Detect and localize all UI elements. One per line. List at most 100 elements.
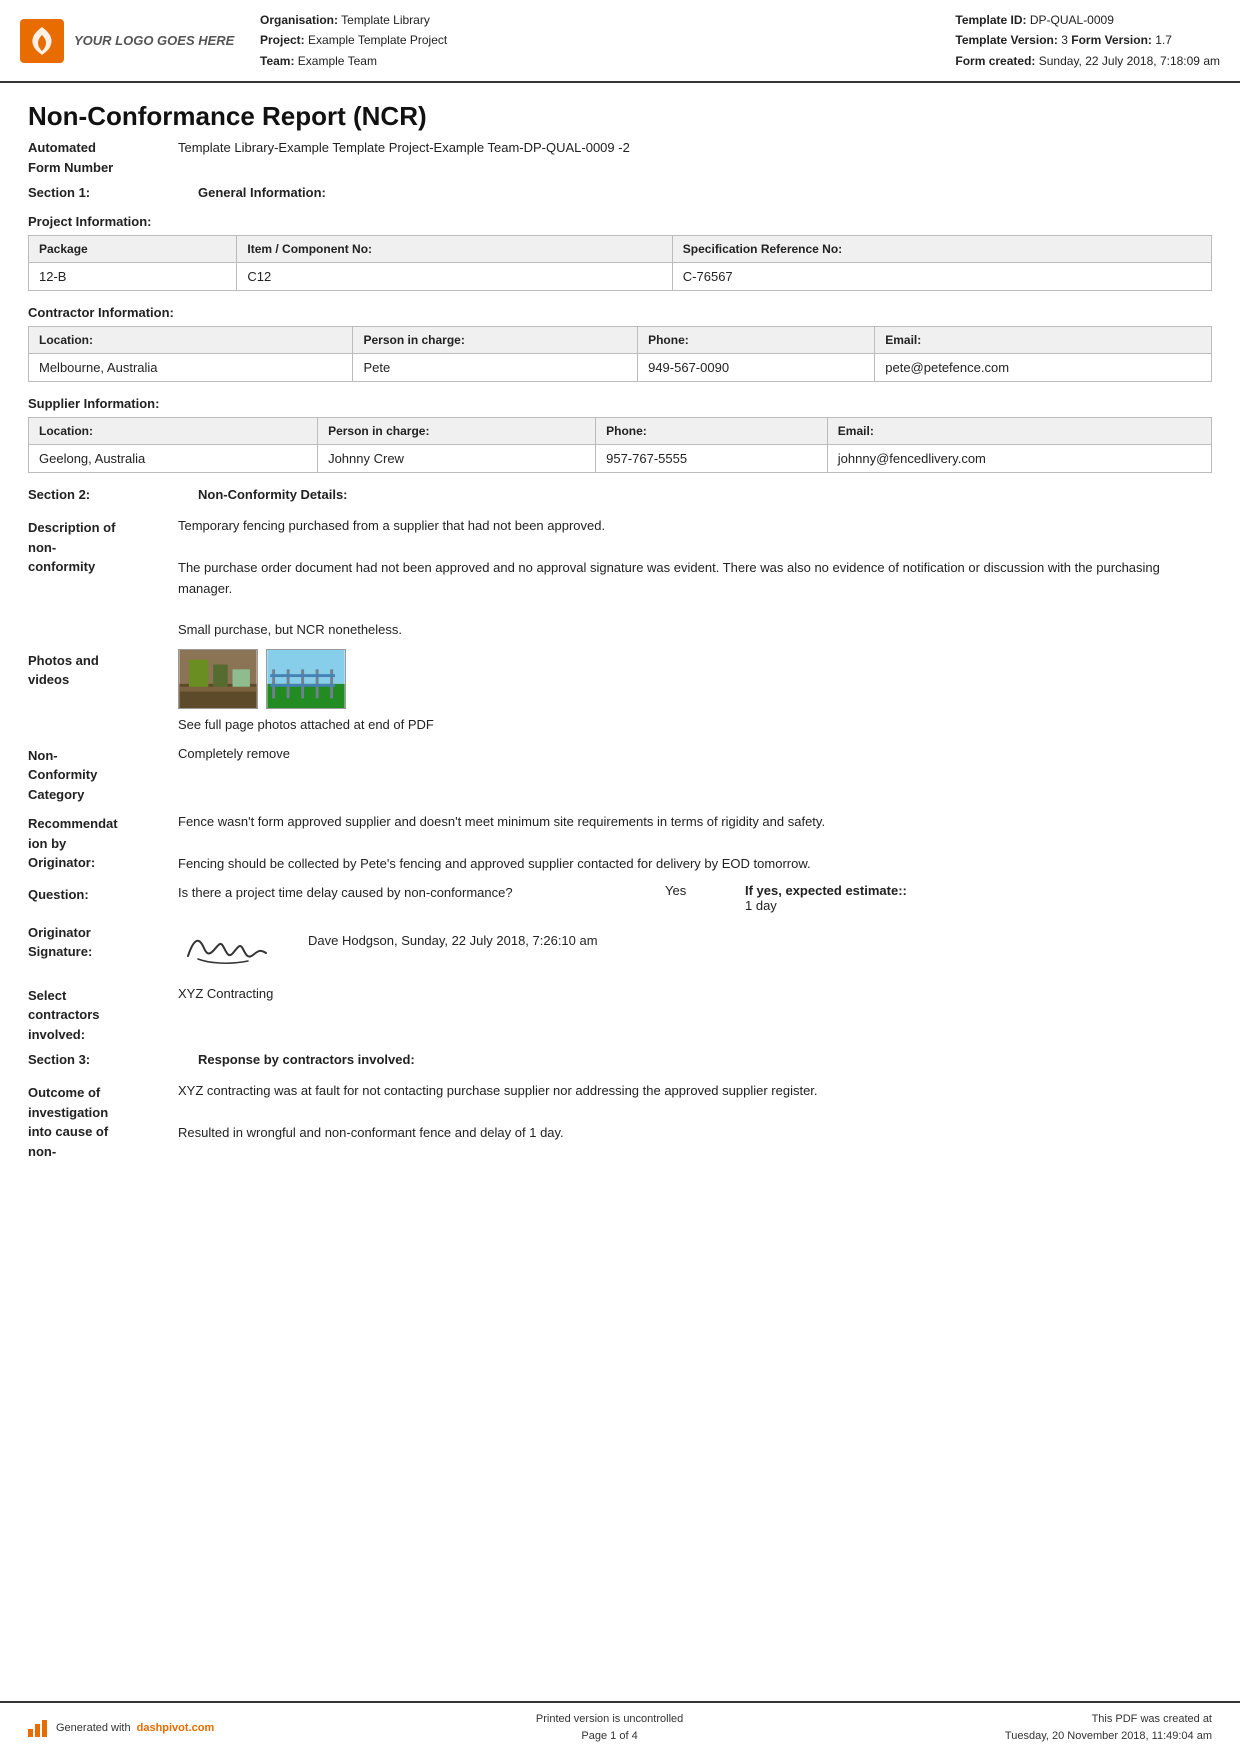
logo-icon <box>20 19 64 63</box>
contractors-row: Selectcontractorsinvolved: XYZ Contracti… <box>28 984 1212 1045</box>
form-number-label: AutomatedForm Number <box>28 138 178 177</box>
question-row: Question: Is there a project time delay … <box>28 883 1212 913</box>
signature-image <box>178 921 278 976</box>
outcome-line-0: XYZ contracting was at fault for not con… <box>178 1081 1212 1102</box>
supplier-email: johnny@fencedlivery.com <box>827 445 1211 473</box>
supplier-info-table: Location: Person in charge: Phone: Email… <box>28 417 1212 473</box>
header-meta: Organisation: Template Library Project: … <box>260 10 1220 71</box>
supplier-phone: 957-767-5555 <box>596 445 828 473</box>
doc-title: Non-Conformance Report (NCR) <box>28 101 1212 132</box>
section2-header: Section 2: Non-Conformity Details: <box>28 487 1212 502</box>
form-created-value: Sunday, 22 July 2018, 7:18:09 am <box>1039 54 1220 68</box>
dashpivot-icon <box>28 1719 50 1737</box>
contractors-label: Selectcontractorsinvolved: <box>28 984 178 1045</box>
org-label: Organisation: <box>260 13 338 27</box>
signature-row: OriginatorSignature: Dave Hodgson, Sunda… <box>28 921 1212 976</box>
photos-row: Photos andvideos <box>28 649 1212 736</box>
signature-area: Dave Hodgson, Sunday, 22 July 2018, 7:26… <box>178 921 1212 976</box>
outcome-line-1: Resulted in wrongful and non-conformant … <box>178 1123 1212 1144</box>
contractor-phone: 949-567-0090 <box>638 354 875 382</box>
contractor-email: pete@petefence.com <box>875 354 1212 382</box>
template-id-label: Template ID: <box>955 13 1026 27</box>
template-version-row: Template Version: 3 Form Version: 1.7 <box>955 30 1220 50</box>
question-text-value: Is there a project time delay caused by … <box>178 885 513 900</box>
description-line-2: Small purchase, but NCR nonetheless. <box>178 620 1212 641</box>
description-value: Temporary fencing purchased from a suppl… <box>178 516 1212 641</box>
project-value: Example Template Project <box>308 33 447 47</box>
footer-center: Printed version is uncontrolled Page 1 o… <box>536 1711 683 1746</box>
footer-right-line2: Tuesday, 20 November 2018, 11:49:04 am <box>1005 1728 1212 1746</box>
project-table-header-1: Item / Component No: <box>237 236 672 263</box>
header-meta-left: Organisation: Template Library Project: … <box>260 10 915 71</box>
question-text: Is there a project time delay caused by … <box>178 883 645 903</box>
footer-center-line1: Printed version is uncontrolled <box>536 1711 683 1729</box>
description-label: Description ofnon-conformity <box>28 516 178 577</box>
outcome-label: Outcome ofinvestigationinto cause ofnon- <box>28 1081 178 1161</box>
contractor-info-table: Location: Person in charge: Phone: Email… <box>28 326 1212 382</box>
section1-title: General Information: <box>198 185 326 200</box>
contractor-header-email: Email: <box>875 327 1212 354</box>
team-row: Team: Example Team <box>260 51 915 71</box>
recommendation-value: Fence wasn't form approved supplier and … <box>178 812 1212 874</box>
contractor-header-location: Location: <box>29 327 353 354</box>
description-row: Description ofnon-conformity Temporary f… <box>28 516 1212 641</box>
footer-right: This PDF was created at Tuesday, 20 Nove… <box>1005 1711 1212 1746</box>
section1-header: Section 1: General Information: <box>28 185 1212 200</box>
outcome-row: Outcome ofinvestigationinto cause ofnon-… <box>28 1081 1212 1161</box>
supplier-person: Johnny Crew <box>318 445 596 473</box>
template-version-label: Template Version: <box>955 33 1057 47</box>
recommendation-label: Recommendation byOriginator: <box>28 812 178 873</box>
question-label: Question: <box>28 883 178 905</box>
org-value: Template Library <box>341 13 430 27</box>
header-meta-right: Template ID: DP-QUAL-0009 Template Versi… <box>955 10 1220 71</box>
footer-left: Generated with dashpivot.com <box>28 1719 214 1737</box>
template-version-value: 3 <box>1061 33 1068 47</box>
logo-text: YOUR LOGO GOES HERE <box>74 33 234 48</box>
table-row: Melbourne, Australia Pete 949-567-0090 p… <box>29 354 1212 382</box>
footer-page-number: Page 1 of 4 <box>536 1728 683 1746</box>
signature-label: OriginatorSignature: <box>28 921 178 962</box>
supplier-info-title: Supplier Information: <box>28 396 1212 411</box>
project-info-table: Package Item / Component No: Specificati… <box>28 235 1212 291</box>
signature-meta: Dave Hodgson, Sunday, 22 July 2018, 7:26… <box>308 921 598 952</box>
estimate-value: 1 day <box>745 898 777 913</box>
project-table-header-2: Specification Reference No: <box>672 236 1211 263</box>
project-package: 12-B <box>29 263 237 291</box>
form-created-row: Form created: Sunday, 22 July 2018, 7:18… <box>955 51 1220 71</box>
section2-label: Section 2: <box>28 487 178 502</box>
supplier-header-email: Email: <box>827 418 1211 445</box>
outcome-value: XYZ contracting was at fault for not con… <box>178 1081 1212 1143</box>
table-row: Geelong, Australia Johnny Crew 957-767-5… <box>29 445 1212 473</box>
footer-right-line1: This PDF was created at <box>1005 1711 1212 1729</box>
project-spec-ref: C-76567 <box>672 263 1211 291</box>
photos-caption: See full page photos attached at end of … <box>178 715 1212 736</box>
project-component: C12 <box>237 263 672 291</box>
description-line-1: The purchase order document had not been… <box>178 558 1212 600</box>
section2-title: Non-Conformity Details: <box>198 487 348 502</box>
form-created-label: Form created: <box>955 54 1035 68</box>
supplier-location: Geelong, Australia <box>29 445 318 473</box>
category-row: Non-ConformityCategory Completely remove <box>28 744 1212 805</box>
team-value: Example Team <box>298 54 377 68</box>
photo-thumb-2 <box>266 649 346 709</box>
page-header: YOUR LOGO GOES HERE Organisation: Templa… <box>0 0 1240 83</box>
form-number-row: AutomatedForm Number Template Library-Ex… <box>28 138 1212 177</box>
footer-brand-link[interactable]: dashpivot.com <box>137 1722 215 1734</box>
contractors-value: XYZ Contracting <box>178 984 1212 1005</box>
recommendation-line-1: Fencing should be collected by Pete's fe… <box>178 854 1212 875</box>
recommendation-row: Recommendation byOriginator: Fence wasn'… <box>28 812 1212 874</box>
project-row: Project: Example Template Project <box>260 30 915 50</box>
recommendation-line-0: Fence wasn't form approved supplier and … <box>178 812 1212 833</box>
question-answer: Yes <box>665 883 725 898</box>
photos-value: See full page photos attached at end of … <box>178 649 1212 736</box>
page-footer: Generated with dashpivot.com Printed ver… <box>0 1701 1240 1754</box>
section3-label: Section 3: <box>28 1052 178 1067</box>
section3-header: Section 3: Response by contractors invol… <box>28 1052 1212 1067</box>
form-version-value: 1.7 <box>1155 33 1172 47</box>
contractor-header-person: Person in charge: <box>353 327 638 354</box>
question-estimate: If yes, expected estimate:: 1 day <box>745 883 1212 913</box>
category-label: Non-ConformityCategory <box>28 744 178 805</box>
project-info-title: Project Information: <box>28 214 1212 229</box>
photo-thumb-1 <box>178 649 258 709</box>
description-line-0: Temporary fencing purchased from a suppl… <box>178 516 1212 537</box>
